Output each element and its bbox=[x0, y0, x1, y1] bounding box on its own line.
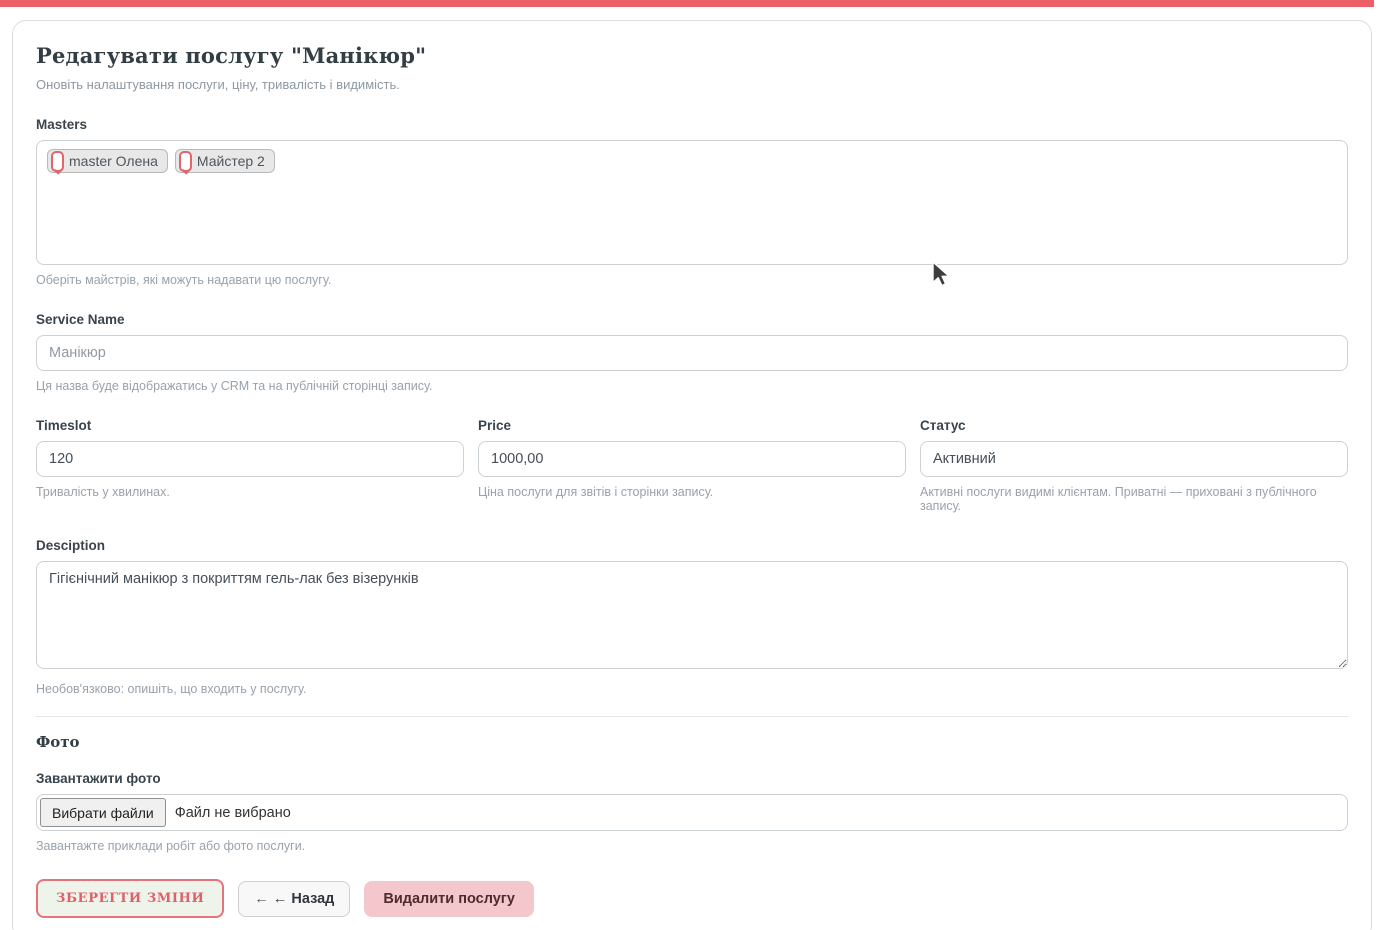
page-title: Редагувати послугу "Манікюр" bbox=[36, 43, 1348, 68]
status-select[interactable]: Активний bbox=[920, 441, 1348, 477]
numbers-row: Timeslot Тривалість у хвилинах. Price Ці… bbox=[36, 418, 1348, 513]
checkbox-icon bbox=[51, 151, 64, 172]
service-name-help: Ця назва буде відображатись у CRM та на … bbox=[36, 379, 1348, 393]
description-help: Необов'язково: опишіть, що входить у пос… bbox=[36, 682, 1348, 696]
masters-select[interactable]: master Олена Майстер 2 bbox=[36, 140, 1348, 265]
actions-row: ЗБЕРЕГТИ ЗМІНИ ←← Назад Видалити послугу bbox=[36, 879, 1348, 918]
photo-upload-help: Завантажте приклади робіт або фото послу… bbox=[36, 839, 1348, 853]
section-divider bbox=[36, 716, 1348, 717]
status-help: Активні послуги видимі клієнтам. Приватн… bbox=[920, 485, 1348, 513]
delete-service-button[interactable]: Видалити послугу bbox=[364, 881, 534, 917]
checkbox-icon bbox=[179, 151, 192, 172]
price-input[interactable] bbox=[478, 441, 906, 477]
price-field: Price Ціна послуги для звітів і сторінки… bbox=[478, 418, 906, 513]
masters-help: Оберіть майстрів, які можуть надавати цю… bbox=[36, 273, 1348, 287]
description-label: Desciption bbox=[36, 538, 1348, 553]
timeslot-label: Timeslot bbox=[36, 418, 464, 433]
status-label: Статус bbox=[920, 418, 1348, 433]
page-subtitle: Оновіть налаштування послуги, ціну, трив… bbox=[36, 77, 1348, 92]
arrow-left-icon: ← bbox=[254, 891, 269, 907]
timeslot-field: Timeslot Тривалість у хвилинах. bbox=[36, 418, 464, 513]
photo-upload-label: Завантажити фото bbox=[36, 771, 1348, 786]
photo-heading: Фото bbox=[36, 733, 1348, 751]
description-textarea[interactable]: Гігієнічний манікюр з покриттям гель-лак… bbox=[36, 561, 1348, 669]
photo-upload-field: Завантажити фото Вибрати файли Файл не в… bbox=[36, 771, 1348, 853]
service-name-field: Service Name Ця назва буде відображатись… bbox=[36, 312, 1348, 393]
file-input[interactable]: Вибрати файли Файл не вибрано bbox=[36, 794, 1348, 831]
save-button[interactable]: ЗБЕРЕГТИ ЗМІНИ bbox=[36, 879, 224, 918]
masters-label: Masters bbox=[36, 117, 1348, 132]
master-chip[interactable]: master Олена bbox=[47, 149, 168, 173]
timeslot-input[interactable] bbox=[36, 441, 464, 477]
file-status-text: Файл не вибрано bbox=[175, 805, 291, 821]
timeslot-help: Тривалість у хвилинах. bbox=[36, 485, 464, 499]
description-field: Desciption Гігієнічний манікюр з покритт… bbox=[36, 538, 1348, 696]
price-label: Price bbox=[478, 418, 906, 433]
choose-files-button[interactable]: Вибрати файли bbox=[40, 798, 166, 827]
top-accent-bar bbox=[0, 0, 1374, 7]
edit-service-card: Редагувати послугу "Манікюр" Оновіть нал… bbox=[12, 20, 1372, 930]
price-help: Ціна послуги для звітів і сторінки запис… bbox=[478, 485, 906, 499]
master-chip[interactable]: Майстер 2 bbox=[175, 149, 275, 173]
status-field: Статус Активний Активні послуги видимі к… bbox=[920, 418, 1348, 513]
service-name-input[interactable] bbox=[36, 335, 1348, 371]
service-name-label: Service Name bbox=[36, 312, 1348, 327]
back-button-label: ← Назад bbox=[273, 891, 335, 907]
back-button[interactable]: ←← Назад bbox=[238, 881, 350, 917]
master-chip-label: Майстер 2 bbox=[197, 153, 265, 169]
master-chip-label: master Олена bbox=[69, 153, 158, 169]
masters-field: Masters master Олена Майстер 2 Оберіть м… bbox=[36, 117, 1348, 287]
